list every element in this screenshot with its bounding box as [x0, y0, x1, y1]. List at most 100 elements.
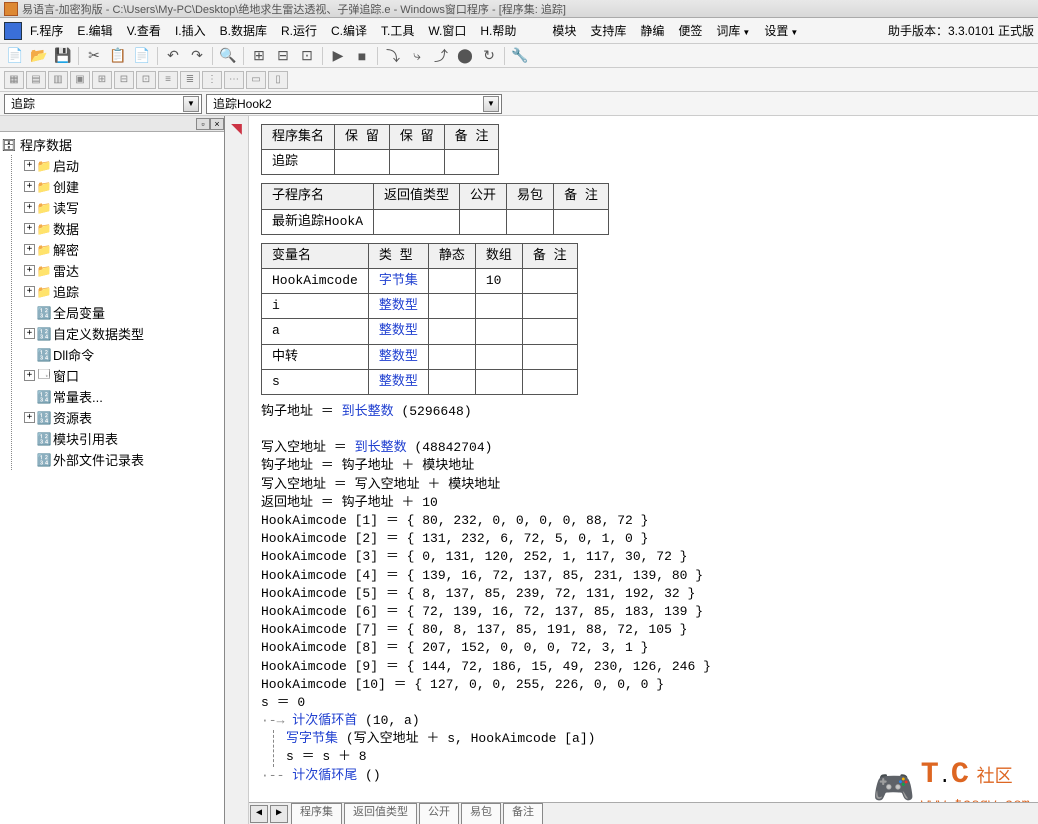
project-tree[interactable]: 🗄 程序数据 +📁启动 +📁创建 +📁读写 +📁数据 +📁解密 +📁雷达 +📁追… — [0, 132, 224, 824]
expand-icon[interactable]: + — [24, 244, 35, 255]
expand-icon[interactable]: + — [24, 370, 35, 381]
code-line[interactable]: 写入空地址 ＝ 写入空地址 ＋ 模块地址 — [261, 476, 1026, 494]
bottom-tab[interactable]: 易包 — [461, 803, 501, 823]
loop-start[interactable]: ·-→ 计次循环首 (10, a) — [261, 712, 1026, 730]
code-line[interactable]: 写字节集 (写入空地址 ＋ s, HookAimcode [a]) — [286, 730, 1026, 748]
menu-support[interactable]: 支持库 — [584, 19, 632, 42]
expand-icon[interactable]: + — [24, 202, 35, 213]
combo-procset[interactable]: 追踪 ▼ — [4, 94, 202, 114]
layout-btn-4[interactable]: ▣ — [70, 71, 90, 89]
window1-icon[interactable]: ⊞ — [248, 46, 270, 66]
save-icon[interactable]: 💾 — [52, 46, 74, 66]
expand-icon[interactable]: + — [24, 328, 35, 339]
layout-btn-7[interactable]: ⊡ — [136, 71, 156, 89]
combo-procset-btn[interactable]: ▼ — [183, 96, 199, 112]
code-line[interactable]: HookAimcode [4] ＝ { 139, 16, 72, 137, 85… — [261, 567, 1026, 585]
layout-btn-3[interactable]: ▥ — [48, 71, 68, 89]
code-line[interactable]: HookAimcode [8] ＝ { 207, 152, 0, 0, 0, 7… — [261, 639, 1026, 657]
bottom-tab[interactable]: 程序集 — [291, 803, 342, 823]
code-line[interactable]: 钩子地址 ＝ 到长整数 (5296648) — [261, 403, 1026, 421]
module-tool-icon[interactable]: 🔧 — [509, 46, 531, 66]
combo-subproc[interactable]: 追踪Hook2 ▼ — [206, 94, 502, 114]
tree-item-window[interactable]: +🗔窗口 — [20, 365, 222, 386]
code-line[interactable]: HookAimcode [7] ＝ { 80, 8, 137, 85, 191,… — [261, 621, 1026, 639]
code-line[interactable]: s ＝ 0 — [261, 694, 1026, 712]
menu-window[interactable]: W.窗口 — [422, 19, 472, 42]
layout-btn-11[interactable]: ⋯ — [224, 71, 244, 89]
tree-item-radar[interactable]: +📁雷达 — [20, 260, 222, 281]
tree-item-data[interactable]: +📁数据 — [20, 218, 222, 239]
code-line[interactable]: 钩子地址 ＝ 钩子地址 ＋ 模块地址 — [261, 457, 1026, 475]
panel-close-icon[interactable]: × — [210, 118, 224, 130]
bottom-tab[interactable]: 返回值类型 — [344, 803, 417, 823]
run-icon[interactable]: ▶ — [327, 46, 349, 66]
menu-file[interactable]: F.程序 — [24, 19, 69, 42]
stop-icon[interactable]: ■ — [351, 46, 373, 66]
tab-scroll-left-icon[interactable]: ◀ — [250, 805, 268, 823]
menu-static[interactable]: 静编 — [634, 19, 670, 42]
layout-btn-1[interactable]: ▦ — [4, 71, 24, 89]
expand-icon[interactable]: + — [24, 223, 35, 234]
menu-help[interactable]: H.帮助 — [474, 19, 522, 42]
tab-scroll-right-icon[interactable]: ▶ — [270, 805, 288, 823]
code-line[interactable]: HookAimcode [6] ＝ { 72, 139, 16, 72, 137… — [261, 603, 1026, 621]
code-area[interactable]: 程序集名保 留保 留备 注 追踪 子程序名返回值类型公开易包备 注 最新追踪Ho… — [249, 116, 1038, 824]
menu-compile[interactable]: C.编译 — [325, 19, 373, 42]
menu-dict[interactable]: 词库▼ — [710, 19, 756, 42]
layout-btn-5[interactable]: ⊞ — [92, 71, 112, 89]
layout-btn-13[interactable]: ▯ — [268, 71, 288, 89]
layout-btn-2[interactable]: ▤ — [26, 71, 46, 89]
menu-module[interactable]: 模块 — [546, 19, 582, 42]
new-icon[interactable]: 📄 — [4, 46, 26, 66]
step-into-icon[interactable]: ⤷ — [406, 46, 428, 66]
copy-icon[interactable]: 📋 — [107, 46, 129, 66]
layout-btn-12[interactable]: ▭ — [246, 71, 266, 89]
code-editor[interactable]: ◥ 程序集名保 留保 留备 注 追踪 子程序名返回值类型公开易包备 注 最新追踪… — [225, 116, 1038, 824]
panel-min-icon[interactable]: ▫ — [196, 118, 210, 130]
tree-item-rw[interactable]: +📁读写 — [20, 197, 222, 218]
code-line[interactable]: HookAimcode [1] ＝ { 80, 232, 0, 0, 0, 0,… — [261, 512, 1026, 530]
tree-item-create[interactable]: +📁创建 — [20, 176, 222, 197]
combo-subproc-btn[interactable]: ▼ — [483, 96, 499, 112]
redo-icon[interactable]: ↷ — [186, 46, 208, 66]
code-line[interactable]: HookAimcode [5] ＝ { 8, 137, 85, 239, 72,… — [261, 585, 1026, 603]
bottom-tab[interactable]: 公开 — [419, 803, 459, 823]
expand-icon[interactable]: + — [24, 181, 35, 192]
var-table[interactable]: 变量名类 型静态数组备 注 HookAimcode字节集10 i整数型 a整数型… — [261, 243, 578, 395]
undo-icon[interactable]: ↶ — [162, 46, 184, 66]
menu-database[interactable]: B.数据库 — [214, 19, 273, 42]
step-out-icon[interactable]: ⤴ — [430, 46, 452, 66]
open-icon[interactable]: 📂 — [28, 46, 50, 66]
code-line[interactable]: HookAimcode [9] ＝ { 144, 72, 186, 15, 49… — [261, 658, 1026, 676]
step-icon[interactable]: ↻ — [478, 46, 500, 66]
bottom-tab[interactable]: 备注 — [503, 803, 543, 823]
window3-icon[interactable]: ⊡ — [296, 46, 318, 66]
tree-item-const[interactable]: 🔢常量表... — [20, 386, 222, 407]
expand-icon[interactable]: + — [24, 286, 35, 297]
menu-note[interactable]: 便签 — [672, 19, 708, 42]
paste-icon[interactable]: 📄 — [131, 46, 153, 66]
cut-icon[interactable]: ✂ — [83, 46, 105, 66]
menu-tools[interactable]: T.工具 — [375, 19, 420, 42]
tree-item-dll[interactable]: 🔢Dll命令 — [20, 344, 222, 365]
layout-btn-6[interactable]: ⊟ — [114, 71, 134, 89]
layout-btn-10[interactable]: ⋮ — [202, 71, 222, 89]
tree-item-ext[interactable]: 🔢外部文件记录表 — [20, 449, 222, 470]
menu-settings[interactable]: 设置▼ — [758, 19, 804, 42]
menu-insert[interactable]: I.插入 — [169, 19, 212, 42]
tree-item-types[interactable]: +🔢自定义数据类型 — [20, 323, 222, 344]
tree-item-modref[interactable]: 🔢模块引用表 — [20, 428, 222, 449]
layout-btn-9[interactable]: ≣ — [180, 71, 200, 89]
find-icon[interactable]: 🔍 — [217, 46, 239, 66]
tree-item-track[interactable]: +📁追踪 — [20, 281, 222, 302]
menu-view[interactable]: V.查看 — [121, 19, 167, 42]
subproc-table[interactable]: 子程序名返回值类型公开易包备 注 最新追踪HookA — [261, 183, 609, 234]
tree-item-decrypt[interactable]: +📁解密 — [20, 239, 222, 260]
expand-icon[interactable]: + — [24, 160, 35, 171]
code-line[interactable]: 返回地址 ＝ 钩子地址 ＋ 10 — [261, 494, 1026, 512]
layout-btn-8[interactable]: ≡ — [158, 71, 178, 89]
step-over-icon[interactable]: ⤵ — [382, 46, 404, 66]
menu-run[interactable]: R.运行 — [275, 19, 323, 42]
code-line[interactable]: 写入空地址 ＝ 到长整数 (48842704) — [261, 439, 1026, 457]
code-line[interactable]: HookAimcode [10] ＝ { 127, 0, 0, 255, 226… — [261, 676, 1026, 694]
